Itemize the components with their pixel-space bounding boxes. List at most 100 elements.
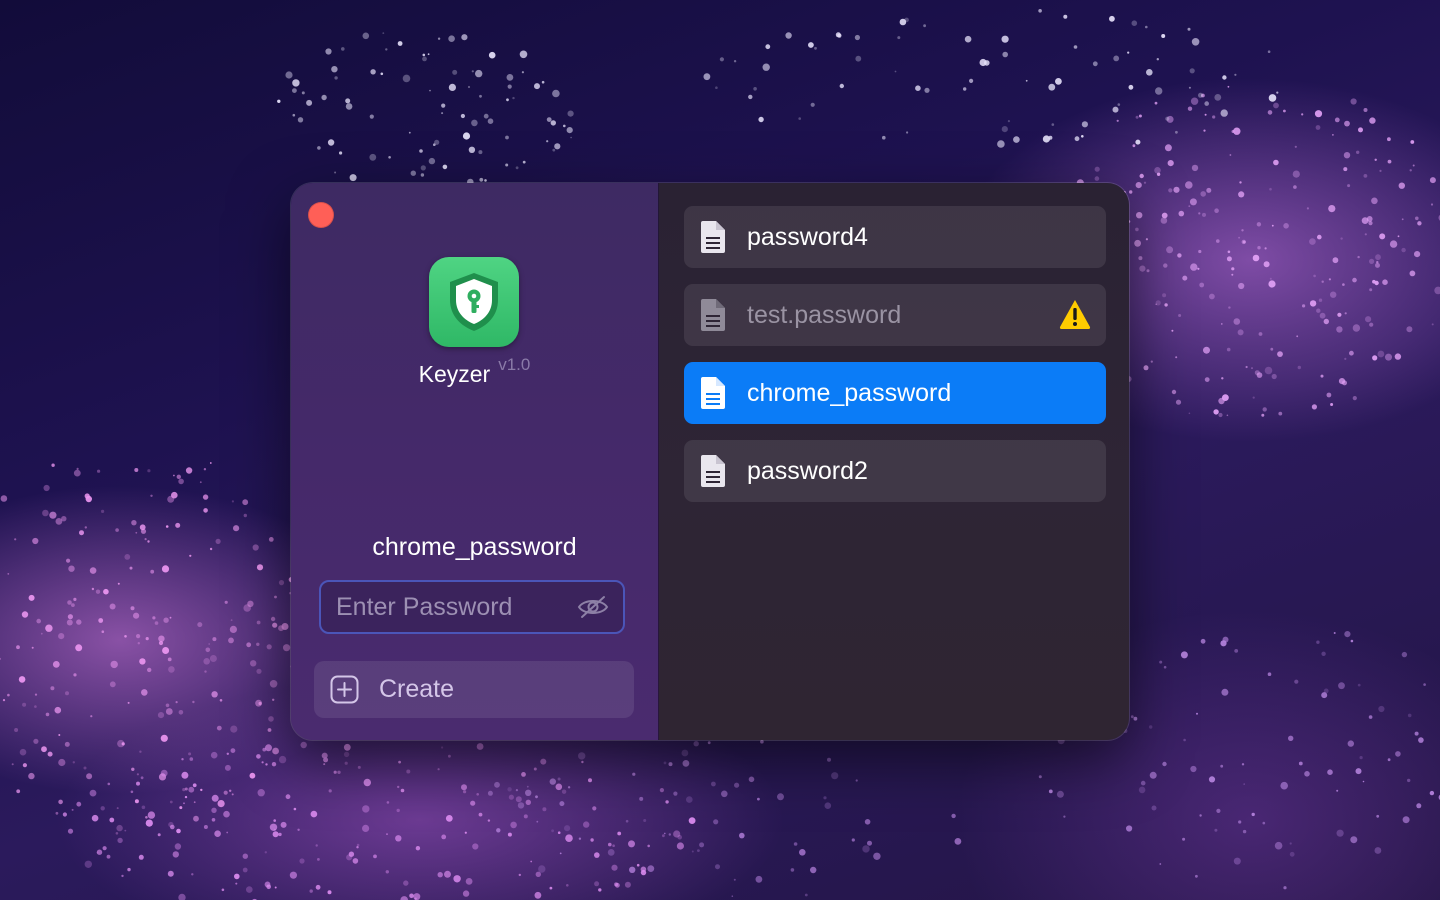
- sparkle-dot: [1368, 715, 1373, 719]
- sparkle-dot: [1038, 775, 1042, 779]
- sparkle-dot: [522, 160, 526, 164]
- sparkle-dot: [1126, 825, 1133, 832]
- sparkle-dot: [115, 528, 119, 532]
- sparkle-dot: [1314, 110, 1323, 118]
- sparkle-dot: [1164, 144, 1172, 152]
- sparkle-dot: [1145, 25, 1148, 29]
- sparkle-dot: [1277, 351, 1283, 357]
- sparkle-dot: [1218, 397, 1225, 405]
- sparkle-dot: [512, 96, 515, 100]
- sparkle-dot: [73, 673, 77, 677]
- sparkle-dot: [479, 177, 484, 182]
- sparkle-dot: [598, 888, 602, 892]
- sparkle-dot: [1387, 159, 1392, 164]
- sparkle-dot: [1375, 254, 1381, 261]
- sparkle-dot: [200, 788, 203, 792]
- close-window-button[interactable]: [308, 202, 334, 228]
- sparkle-dot: [1378, 705, 1385, 713]
- sparkle-dot: [1343, 167, 1348, 172]
- sparkle-dot: [518, 873, 521, 877]
- sparkle-dot: [309, 889, 313, 893]
- sparkle-dot: [915, 85, 921, 91]
- sparkle-dot: [1183, 738, 1186, 742]
- sparkle-dot: [184, 787, 188, 791]
- sparkle-dot: [109, 681, 116, 688]
- sparkle-dot: [1188, 86, 1191, 89]
- sparkle-dot: [1166, 246, 1174, 254]
- sparkle-dot: [1431, 323, 1434, 326]
- sparkle-dot: [224, 764, 231, 771]
- sparkle-dot: [719, 57, 725, 62]
- sparkle-dot: [697, 849, 700, 852]
- file-item-selected[interactable]: chrome_password: [684, 362, 1106, 424]
- sparkle-dot: [95, 589, 101, 594]
- sparkle-dot: [344, 761, 348, 765]
- sparkle-dot: [145, 816, 148, 819]
- sparkle-dot: [31, 646, 34, 649]
- sparkle-dot: [102, 846, 107, 851]
- sparkle-dot: [173, 474, 175, 477]
- sparkle-dot: [397, 785, 400, 789]
- sparkle-dot: [76, 801, 82, 807]
- sparkle-dot: [116, 824, 123, 832]
- sparkle-dot: [144, 538, 147, 541]
- sparkle-dot: [181, 758, 184, 761]
- sparkle-dot: [428, 157, 436, 165]
- file-item[interactable]: password4: [684, 206, 1106, 268]
- sparkle-dot: [135, 531, 138, 534]
- sparkle-dot: [1271, 373, 1277, 380]
- sparkle-dot: [464, 831, 467, 834]
- sparkle-dot: [611, 864, 618, 871]
- sparkle-dot: [1283, 109, 1286, 113]
- sparkle-dot: [1238, 236, 1240, 239]
- sparkle-dot: [1369, 258, 1375, 264]
- sparkle-dot: [1182, 275, 1188, 281]
- sparkle-dot: [1175, 356, 1178, 359]
- sparkle-dot: [362, 32, 370, 40]
- sparkle-dot: [242, 853, 248, 859]
- sparkle-dot: [157, 712, 165, 719]
- sparkle-dot: [1407, 778, 1411, 783]
- sparkle-dot: [192, 700, 195, 704]
- sparkle-dot: [1323, 318, 1330, 325]
- sparkle-dot: [343, 743, 351, 751]
- sparkle-dot: [1316, 640, 1320, 644]
- sparkle-dot: [267, 728, 272, 732]
- sparkle-dot: [1163, 665, 1167, 669]
- sparkle-dot: [154, 621, 159, 625]
- sparkle-dot: [385, 870, 389, 874]
- file-item-label: test.password: [747, 300, 902, 329]
- create-button[interactable]: Create: [314, 661, 634, 718]
- sparkle-dot: [1214, 828, 1218, 832]
- sparkle-dot: [33, 738, 39, 744]
- password-field[interactable]: [319, 580, 625, 634]
- sparkle-dot: [292, 113, 296, 117]
- sparkle-dot: [1278, 411, 1283, 416]
- password-input[interactable]: [321, 591, 575, 623]
- eye-slash-icon[interactable]: [575, 592, 611, 622]
- file-item[interactable]: test.password: [684, 284, 1106, 346]
- sparkle-dot: [127, 867, 131, 872]
- sparkle-dot: [62, 812, 67, 817]
- sparkle-dot: [555, 783, 563, 791]
- sparkle-dot: [607, 849, 615, 856]
- sparkle-dot: [131, 520, 137, 526]
- sparkle-dot: [98, 618, 104, 623]
- sparkle-dot: [1242, 829, 1247, 834]
- sparkle-dot: [36, 618, 41, 624]
- sparkle-dot: [247, 600, 254, 607]
- sparkle-dot: [1336, 829, 1344, 837]
- file-item[interactable]: password2: [684, 440, 1106, 502]
- sparkle-dot: [297, 117, 304, 123]
- sparkle-dot: [882, 135, 886, 140]
- sparkle-dot: [136, 773, 139, 776]
- sparkle-dot: [1238, 820, 1242, 824]
- sparkle-dot: [1316, 308, 1321, 313]
- sparkle-dot: [175, 522, 181, 528]
- sparkle-dot: [713, 819, 719, 825]
- sparkle-dot: [363, 778, 371, 787]
- sparkle-dot: [707, 741, 711, 745]
- sparkle-dot: [668, 762, 673, 767]
- sparkle-dot: [505, 135, 509, 140]
- sparkle-dot: [854, 34, 861, 41]
